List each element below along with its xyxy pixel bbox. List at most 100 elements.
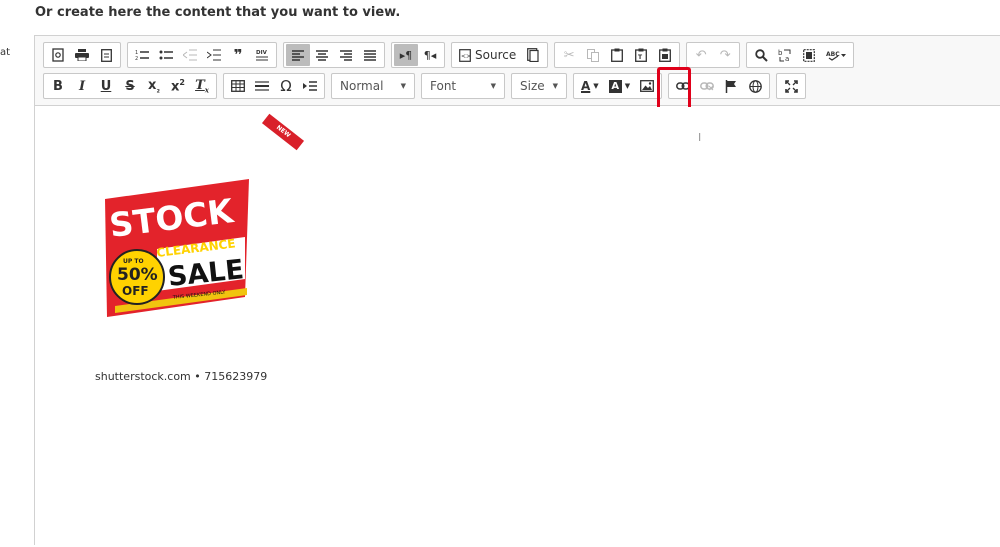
replace-icon: ba (778, 49, 791, 62)
templates-icon (100, 48, 112, 62)
chevron-down-icon: ▼ (624, 82, 631, 90)
paste-text-icon: T (635, 48, 648, 62)
editor-content-area[interactable]: NEW I STOCK CLEARANCE UP TO 50% OFF SALE… (35, 107, 1000, 547)
align-center-button[interactable] (310, 44, 334, 66)
justify-icon (364, 49, 376, 61)
show-blocks-icon (527, 48, 539, 62)
subscript-button[interactable]: x₂ (142, 75, 166, 97)
bold-button[interactable]: B (46, 75, 70, 97)
size-dropdown[interactable]: Size ▼ (511, 73, 567, 99)
image-button[interactable] (635, 75, 659, 97)
table-icon (231, 80, 245, 92)
ltr-button[interactable]: ▸¶ (394, 44, 418, 66)
page-break-button[interactable] (298, 75, 322, 97)
insert-group: Ω (223, 73, 325, 99)
paste-text-button[interactable]: T (629, 44, 653, 66)
find-button[interactable] (749, 44, 773, 66)
font-dropdown[interactable]: Font ▼ (421, 73, 505, 99)
paste-from-word-button[interactable] (653, 44, 677, 66)
source-group: <> Source (451, 42, 549, 68)
redo-icon: ↷ (719, 47, 731, 63)
percent-text: 50% (117, 265, 158, 285)
background-color-icon: A (608, 79, 622, 93)
special-char-button[interactable]: Ω (274, 75, 298, 97)
copy-button[interactable] (581, 44, 605, 66)
replace-button[interactable]: ba (773, 44, 797, 66)
remove-format-button[interactable]: Tx (190, 75, 214, 97)
chevron-down-icon: ▼ (552, 82, 558, 90)
paste-button[interactable] (605, 44, 629, 66)
sale-banner-image[interactable]: STOCK CLEARANCE UP TO 50% OFF SALE THIS … (97, 179, 252, 328)
quote-icon: ❞ (233, 46, 243, 64)
format-dropdown[interactable]: Normal ▼ (331, 73, 415, 99)
maximize-button[interactable] (779, 75, 803, 97)
horizontal-line-button[interactable] (250, 75, 274, 97)
chevron-down-icon: ▼ (490, 82, 496, 90)
italic-button[interactable]: I (70, 75, 94, 97)
flag-icon (725, 79, 737, 93)
copy-icon (587, 48, 600, 62)
alignment-group (283, 42, 385, 68)
up-to-text: UP TO (123, 258, 144, 265)
text-cursor-icon: I (698, 131, 702, 144)
off-text: OFF (122, 284, 149, 298)
align-left-button[interactable] (286, 44, 310, 66)
unlink-button[interactable] (695, 75, 719, 97)
align-center-icon (316, 49, 328, 61)
select-all-icon (803, 48, 816, 62)
justify-button[interactable] (358, 44, 382, 66)
paste-icon (611, 48, 624, 62)
table-button[interactable] (226, 75, 250, 97)
undo-button[interactable]: ↶ (689, 44, 713, 66)
create-div-button[interactable]: DIV (250, 44, 274, 66)
svg-text:<>: <> (461, 53, 471, 60)
chevron-down-icon: ▼ (400, 82, 406, 90)
numbered-list-button[interactable]: 12 (130, 44, 154, 66)
tools-group (776, 73, 807, 99)
toolbar-row-1: 12 ❞ DIV ▸¶ ¶◂ <> Source ✂ T ↶ ↷ b a ABC (43, 42, 860, 68)
increase-indent-button[interactable] (202, 44, 226, 66)
svg-text:a: a (785, 55, 789, 62)
strikethrough-button[interactable]: S (118, 75, 142, 97)
bulleted-list-button[interactable] (154, 44, 178, 66)
source-button[interactable]: <> Source (454, 44, 521, 66)
align-right-button[interactable] (334, 44, 358, 66)
redo-button[interactable]: ↷ (713, 44, 737, 66)
show-blocks-button[interactable] (521, 44, 545, 66)
color-group: A ▼ A ▼ (573, 73, 663, 99)
sale-banner-graphic: STOCK CLEARANCE UP TO 50% OFF SALE THIS … (105, 179, 249, 317)
background-color-button[interactable]: A ▼ (604, 75, 635, 97)
ltr-icon: ▸¶ (399, 48, 413, 62)
search-icon (755, 48, 768, 62)
superscript-button[interactable]: x2 (166, 75, 190, 97)
rtl-button[interactable]: ¶◂ (418, 44, 442, 66)
select-all-button[interactable] (797, 44, 821, 66)
templates-button[interactable] (94, 44, 118, 66)
underline-button[interactable]: U (94, 75, 118, 97)
blockquote-button[interactable]: ❞ (226, 44, 250, 66)
iframe-button[interactable] (743, 75, 767, 97)
side-text-fragment: at (0, 47, 11, 58)
clipboard-group: ✂ T (554, 42, 681, 68)
omega-icon: Ω (280, 77, 292, 95)
text-color-button[interactable]: A ▼ (576, 75, 604, 97)
italic-icon: I (78, 78, 86, 94)
text-color-icon: A (581, 79, 591, 93)
decrease-indent-button[interactable] (178, 44, 202, 66)
print-button[interactable] (70, 44, 94, 66)
cut-button[interactable]: ✂ (557, 44, 581, 66)
preview-button[interactable] (46, 44, 70, 66)
format-value: Normal (340, 79, 384, 93)
text-direction-group: ▸¶ ¶◂ (391, 42, 445, 68)
document-group (43, 42, 121, 68)
undo-redo-group: ↶ ↷ (686, 42, 741, 68)
bulleted-list-icon (159, 50, 173, 60)
scissors-icon: ✂ (563, 47, 575, 63)
rtl-icon: ¶◂ (423, 48, 437, 62)
bold-icon: B (53, 78, 63, 94)
spellcheck-button[interactable]: ABC (821, 44, 851, 66)
subscript-icon: x₂ (148, 77, 160, 95)
size-value: Size (520, 79, 545, 93)
image-credit-caption: shutterstock.com • 715623979 (95, 370, 268, 383)
anchor-button[interactable] (719, 75, 743, 97)
